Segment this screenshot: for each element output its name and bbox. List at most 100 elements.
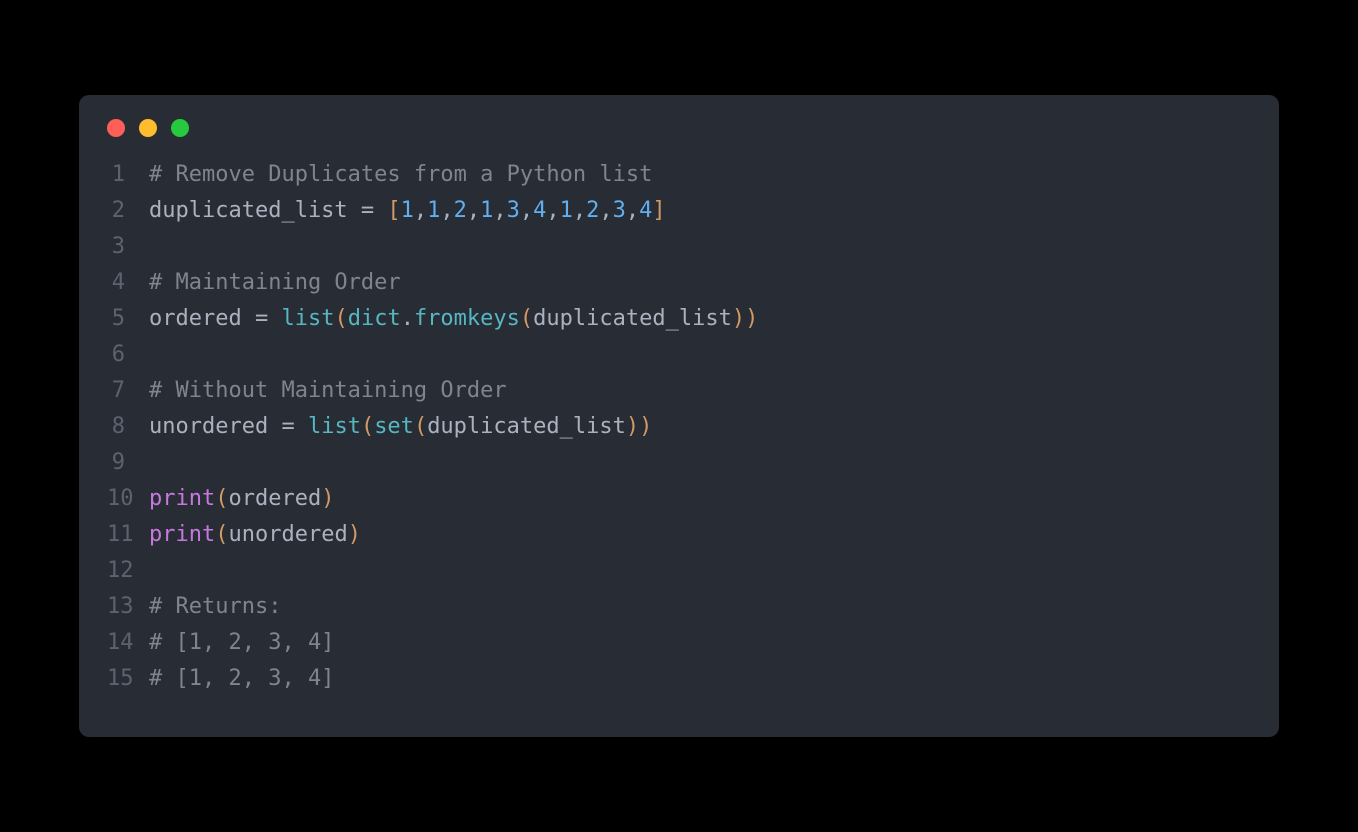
code-content[interactable]: # [1, 2, 3, 4] xyxy=(149,625,334,661)
token-comment: # [1, 2, 3, 4] xyxy=(149,666,334,691)
token-number: 1 xyxy=(560,198,573,223)
line-number: 9 xyxy=(107,445,149,481)
token-comment: # Without Maintaining Order xyxy=(149,378,507,403)
line-number: 6 xyxy=(107,337,149,373)
token-ident: ordered xyxy=(228,486,321,511)
token-punct: , xyxy=(626,198,639,223)
code-content[interactable]: # Remove Duplicates from a Python list xyxy=(149,157,652,193)
line-number: 11 xyxy=(107,517,149,553)
token-bracket: ) xyxy=(321,486,334,511)
token-call-set: set xyxy=(374,414,414,439)
token-number: 2 xyxy=(586,198,599,223)
code-line[interactable]: 11print(unordered) xyxy=(107,517,1251,553)
token-number: 4 xyxy=(533,198,546,223)
token-call-print: print xyxy=(149,522,215,547)
line-number: 14 xyxy=(107,625,149,661)
line-number: 5 xyxy=(107,301,149,337)
token-ident: unordered xyxy=(149,414,281,439)
token-bracket: ) xyxy=(639,414,652,439)
code-line[interactable]: 2duplicated_list = [1,1,2,1,3,4,1,2,3,4] xyxy=(107,193,1251,229)
line-number: 10 xyxy=(107,481,149,517)
window-titlebar xyxy=(79,119,1279,157)
token-ident: ordered xyxy=(149,306,255,331)
token-comment: # Remove Duplicates from a Python list xyxy=(149,162,652,187)
token-bracket: ( xyxy=(361,414,374,439)
code-line[interactable]: 6 xyxy=(107,337,1251,373)
line-number: 7 xyxy=(107,373,149,409)
token-ident xyxy=(295,414,308,439)
code-content[interactable]: print(ordered) xyxy=(149,481,334,517)
token-ident xyxy=(268,306,281,331)
code-line[interactable]: 10print(ordered) xyxy=(107,481,1251,517)
code-content[interactable]: # Returns: xyxy=(149,589,281,625)
token-number: 1 xyxy=(401,198,414,223)
token-bracket: ( xyxy=(520,306,533,331)
token-comment: # Maintaining Order xyxy=(149,270,401,295)
code-line[interactable]: 13# Returns: xyxy=(107,589,1251,625)
code-line[interactable]: 7# Without Maintaining Order xyxy=(107,373,1251,409)
token-ident: duplicated_list xyxy=(427,414,626,439)
code-content[interactable]: unordered = list(set(duplicated_list)) xyxy=(149,409,652,445)
token-number: 1 xyxy=(427,198,440,223)
code-line[interactable]: 4# Maintaining Order xyxy=(107,265,1251,301)
code-line[interactable]: 8unordered = list(set(duplicated_list)) xyxy=(107,409,1251,445)
code-content[interactable]: ordered = list(dict.fromkeys(duplicated_… xyxy=(149,301,758,337)
token-op: = xyxy=(361,198,374,223)
token-comment: # Returns: xyxy=(149,594,281,619)
token-bracket: ] xyxy=(652,198,665,223)
token-call-print: print xyxy=(149,486,215,511)
token-punct: , xyxy=(599,198,612,223)
line-number: 4 xyxy=(107,265,149,301)
line-number: 13 xyxy=(107,589,149,625)
token-call-dict: dict xyxy=(348,306,401,331)
code-content[interactable]: # Maintaining Order xyxy=(149,265,401,301)
code-area[interactable]: 1# Remove Duplicates from a Python list2… xyxy=(79,157,1279,697)
token-call-list: list xyxy=(308,414,361,439)
token-call-fromkeys: fromkeys xyxy=(414,306,520,331)
code-window: 1# Remove Duplicates from a Python list2… xyxy=(79,95,1279,737)
token-bracket: ( xyxy=(414,414,427,439)
code-line[interactable]: 12 xyxy=(107,553,1251,589)
token-bracket: [ xyxy=(387,198,400,223)
token-number: 3 xyxy=(613,198,626,223)
code-content[interactable]: duplicated_list = [1,1,2,1,3,4,1,2,3,4] xyxy=(149,193,666,229)
token-ident: duplicated_list xyxy=(533,306,732,331)
code-line[interactable]: 9 xyxy=(107,445,1251,481)
token-number: 2 xyxy=(454,198,467,223)
token-ident: unordered xyxy=(228,522,347,547)
token-punct: , xyxy=(467,198,480,223)
code-content[interactable]: # [1, 2, 3, 4] xyxy=(149,661,334,697)
maximize-icon[interactable] xyxy=(171,119,189,137)
token-punct: , xyxy=(546,198,559,223)
token-number: 3 xyxy=(507,198,520,223)
code-line[interactable]: 15# [1, 2, 3, 4] xyxy=(107,661,1251,697)
line-number: 8 xyxy=(107,409,149,445)
token-punct: , xyxy=(493,198,506,223)
code-line[interactable]: 3 xyxy=(107,229,1251,265)
token-bracket: ) xyxy=(732,306,745,331)
code-line[interactable]: 14# [1, 2, 3, 4] xyxy=(107,625,1251,661)
code-line[interactable]: 5ordered = list(dict.fromkeys(duplicated… xyxy=(107,301,1251,337)
line-number: 1 xyxy=(107,157,149,193)
code-line[interactable]: 1# Remove Duplicates from a Python list xyxy=(107,157,1251,193)
close-icon[interactable] xyxy=(107,119,125,137)
token-bracket: ( xyxy=(215,522,228,547)
code-content[interactable]: print(unordered) xyxy=(149,517,361,553)
code-content[interactable]: # Without Maintaining Order xyxy=(149,373,507,409)
token-comment: # [1, 2, 3, 4] xyxy=(149,630,334,655)
token-bracket: ) xyxy=(745,306,758,331)
token-op: = xyxy=(255,306,268,331)
token-bracket: ( xyxy=(215,486,228,511)
line-number: 12 xyxy=(107,553,149,589)
token-call-list: list xyxy=(281,306,334,331)
token-punct: , xyxy=(520,198,533,223)
token-bracket: ( xyxy=(334,306,347,331)
token-ident: duplicated_list xyxy=(149,198,361,223)
line-number: 15 xyxy=(107,661,149,697)
token-punct: , xyxy=(440,198,453,223)
token-punct: , xyxy=(414,198,427,223)
token-number: 1 xyxy=(480,198,493,223)
minimize-icon[interactable] xyxy=(139,119,157,137)
token-number: 4 xyxy=(639,198,652,223)
token-op: = xyxy=(281,414,294,439)
